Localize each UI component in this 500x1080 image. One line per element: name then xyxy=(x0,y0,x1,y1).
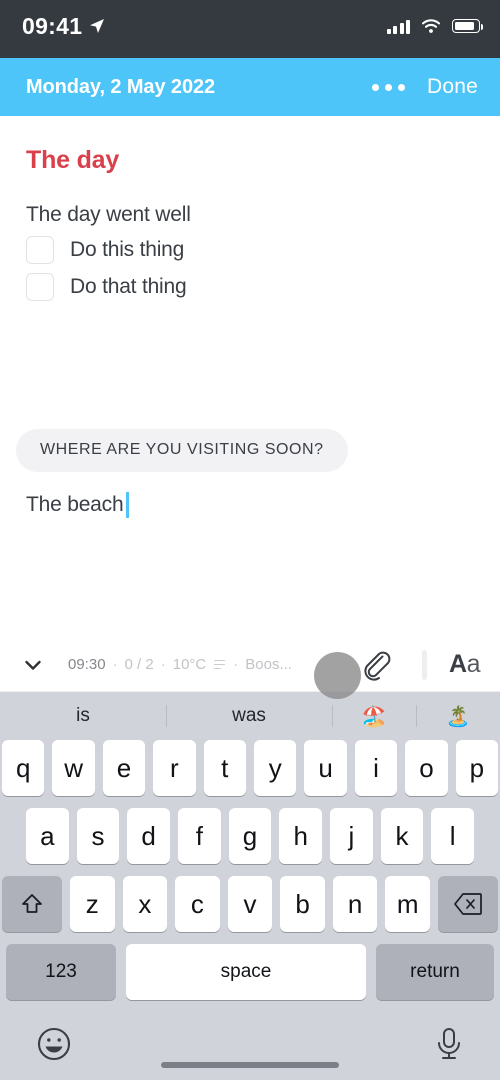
chevron-down-icon[interactable] xyxy=(22,654,44,676)
paperclip-icon[interactable] xyxy=(358,648,392,682)
key-g[interactable]: g xyxy=(228,808,272,864)
todo-item[interactable]: Do this thing xyxy=(26,236,474,264)
key-r[interactable]: r xyxy=(153,740,196,796)
metadata-todo-count: 0 / 2 xyxy=(124,656,154,673)
toolbar-right-actions: Aa xyxy=(358,648,481,682)
wifi-icon xyxy=(421,18,441,33)
toolbar-divider xyxy=(422,649,428,680)
keyboard-row-4: 123 space return xyxy=(0,944,500,1000)
location-arrow-icon xyxy=(90,19,105,33)
key-w[interactable]: w xyxy=(52,740,95,796)
suggestion-emoji-beach[interactable]: 🏖️ xyxy=(332,704,416,729)
key-i[interactable]: i xyxy=(354,740,398,796)
key-o[interactable]: o xyxy=(405,740,448,796)
todo-item[interactable]: Do that thing xyxy=(26,273,474,301)
cellular-signal-icon xyxy=(386,19,410,34)
metadata-temperature: 10°C xyxy=(172,656,207,673)
todo-label: Do that thing xyxy=(70,275,187,298)
metadata-time: 09:30 xyxy=(68,656,106,673)
return-key[interactable]: return xyxy=(376,944,494,1000)
key-u[interactable]: u xyxy=(304,740,347,796)
status-bar: 09:41 xyxy=(0,0,500,58)
key-c[interactable]: c xyxy=(175,876,220,932)
suggestion-word[interactable]: is xyxy=(0,705,166,727)
text-format-button[interactable]: Aa xyxy=(449,650,480,679)
metadata-music: Boos... xyxy=(245,656,292,673)
status-bar-left: 09:41 xyxy=(22,13,105,40)
key-p[interactable]: p xyxy=(455,740,499,796)
key-z[interactable]: z xyxy=(69,876,115,932)
todo-label: Do this thing xyxy=(70,238,185,261)
status-bar-clock: 09:41 xyxy=(22,12,83,39)
more-options-icon[interactable] xyxy=(371,83,405,91)
key-t[interactable]: t xyxy=(203,740,246,796)
todo-checkbox[interactable] xyxy=(26,236,54,264)
key-q[interactable]: q xyxy=(1,740,45,796)
shift-up-arrow-icon[interactable] xyxy=(1,876,62,932)
keyboard-row-3: z x c v b n m xyxy=(0,876,500,932)
haze-lines-icon xyxy=(214,659,226,670)
suggestion-bar: is was 🏖️ 🏝️ xyxy=(0,692,500,740)
suggestion-emoji-island[interactable]: 🏝️ xyxy=(416,704,500,729)
metadata-separator: · xyxy=(112,656,118,673)
backspace-delete-icon[interactable] xyxy=(438,876,499,932)
note-body[interactable]: The day The day went well Do this thing … xyxy=(0,116,500,638)
numbers-key[interactable]: 123 xyxy=(6,944,116,1000)
key-l[interactable]: l xyxy=(431,808,475,864)
key-f[interactable]: f xyxy=(178,808,221,864)
note-body-line: The day went well xyxy=(26,203,191,226)
metadata-separator: · xyxy=(233,656,239,673)
done-button[interactable]: Done xyxy=(427,75,478,99)
key-a[interactable]: a xyxy=(25,808,69,864)
key-b[interactable]: b xyxy=(280,876,325,932)
phone-screen: 09:41 Monday, 2 May 2022 Done The day Th… xyxy=(0,0,500,1080)
space-key[interactable]: space xyxy=(126,944,366,1000)
prompt-bubble: WHERE ARE YOU VISITING SOON? xyxy=(16,429,348,472)
format-bold-a: A xyxy=(449,650,467,678)
key-d[interactable]: d xyxy=(127,808,170,864)
key-j[interactable]: j xyxy=(330,808,373,864)
todo-checkbox[interactable] xyxy=(26,273,54,301)
note-metadata: 09:30 · 0 / 2 · 10°C · Boos... xyxy=(68,656,292,673)
text-caret xyxy=(126,492,129,518)
keyboard-row-2: a s d f g h j k l xyxy=(0,808,500,864)
key-v[interactable]: v xyxy=(227,876,273,932)
key-n[interactable]: n xyxy=(332,876,378,932)
key-k[interactable]: k xyxy=(380,808,424,864)
key-m[interactable]: m xyxy=(385,876,431,932)
smiley-face-icon[interactable] xyxy=(34,1024,74,1064)
page-title: Monday, 2 May 2022 xyxy=(26,75,216,98)
navigation-actions: Done xyxy=(371,75,478,99)
keyboard-row-1: q w e r t y u i o p xyxy=(0,740,500,796)
suggestion-word[interactable]: was xyxy=(166,705,332,727)
home-indicator xyxy=(161,1062,339,1068)
format-plain-a: a xyxy=(466,650,481,678)
microphone-icon[interactable] xyxy=(432,1024,466,1064)
on-screen-keyboard: is was 🏖️ 🏝️ q w e r t y u i o p a s d f… xyxy=(0,692,500,1080)
key-x[interactable]: x xyxy=(122,876,168,932)
note-toolbar: 09:30 · 0 / 2 · 10°C · Boos... Aa xyxy=(0,638,500,699)
key-e[interactable]: e xyxy=(102,740,146,796)
note-heading: The day xyxy=(26,146,120,174)
answer-text: The beach xyxy=(26,493,124,516)
answer-text-line[interactable]: The beach xyxy=(26,492,129,518)
key-y[interactable]: y xyxy=(254,740,297,796)
status-bar-right xyxy=(386,18,484,34)
navigation-bar: Monday, 2 May 2022 Done xyxy=(0,58,500,116)
key-h[interactable]: h xyxy=(279,808,323,864)
key-s[interactable]: s xyxy=(76,808,120,864)
battery-icon xyxy=(452,19,484,33)
keyboard-bottom-bar xyxy=(0,1008,500,1080)
metadata-separator: · xyxy=(160,656,166,673)
